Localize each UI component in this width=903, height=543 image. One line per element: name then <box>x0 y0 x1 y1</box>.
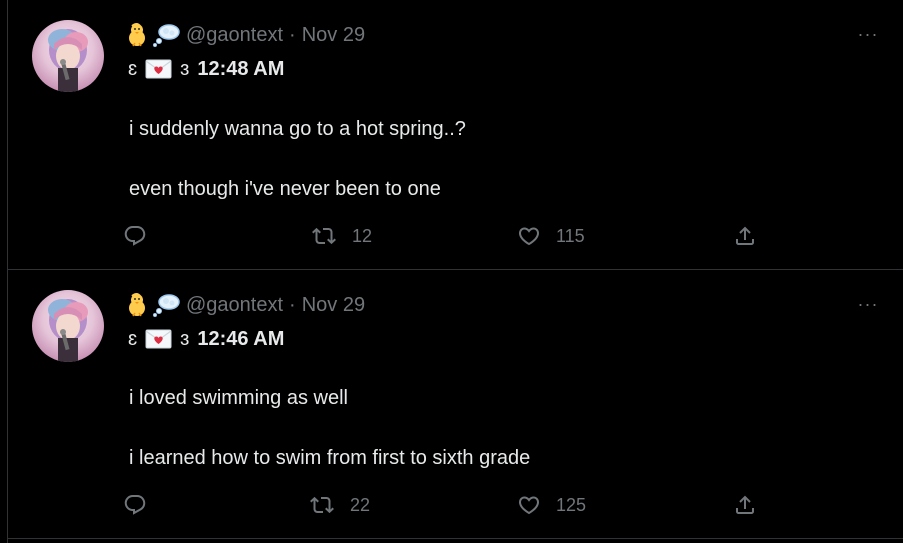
heart-icon <box>518 227 540 246</box>
avatar[interactable] <box>32 20 104 92</box>
tweet-header: @gaontext · Nov 29 <box>124 22 365 48</box>
love-letter-emoji-icon <box>145 59 172 79</box>
display-name-time: 12:48 AM <box>197 57 285 80</box>
tweet-text-line: even though i've never been to one <box>129 178 441 200</box>
share-icon <box>736 495 754 514</box>
user-handle[interactable]: @gaontext <box>186 294 283 317</box>
bracket-right: ɜ <box>180 57 190 80</box>
more-options-button[interactable]: ··· <box>856 24 880 44</box>
bracket-right: ɜ <box>180 327 190 350</box>
retweet-button[interactable]: 22 <box>308 493 370 517</box>
love-letter-emoji-icon <box>145 329 172 349</box>
thought-balloon-emoji-icon <box>152 22 180 48</box>
retweet-button[interactable]: 12 <box>310 224 372 248</box>
avatar[interactable] <box>32 290 104 362</box>
reply-button[interactable] <box>122 493 148 517</box>
share-button[interactable] <box>733 493 757 517</box>
display-name-line: ɛ ɜ 12:46 AM <box>128 325 284 353</box>
retweet-count: 22 <box>350 494 371 515</box>
tweet-text-line: i learned how to swim from first to sixt… <box>129 447 531 469</box>
like-button[interactable]: 115 <box>516 224 585 248</box>
like-count: 125 <box>556 494 587 515</box>
heart-icon <box>518 496 540 515</box>
tweet-text-line: i suddenly wanna go to a hot spring..? <box>129 118 466 140</box>
reply-icon <box>124 495 146 515</box>
retweet-icon <box>312 227 336 245</box>
like-count: 115 <box>556 225 585 246</box>
share-icon <box>736 226 754 245</box>
retweet-icon <box>310 496 334 514</box>
bracket-left: ɛ <box>128 327 138 350</box>
tweet-header: @gaontext · Nov 29 <box>124 292 365 318</box>
share-button[interactable] <box>733 224 757 248</box>
separator-dot: · <box>289 293 296 316</box>
display-name-time: 12:46 AM <box>197 327 285 350</box>
thought-balloon-emoji-icon <box>152 292 180 318</box>
baby-chick-emoji-icon <box>124 292 150 318</box>
reply-icon <box>124 226 146 246</box>
tweet[interactable]: @gaontext · Nov 29 ··· ɛ ɜ 12:48 AM i su… <box>8 0 903 270</box>
like-button[interactable]: 125 <box>516 493 586 517</box>
user-handle[interactable]: @gaontext <box>186 24 283 47</box>
retweet-count: 12 <box>352 225 373 246</box>
tweet-date[interactable]: Nov 29 <box>302 294 365 317</box>
more-options-button[interactable]: ··· <box>856 294 880 314</box>
tweet-date[interactable]: Nov 29 <box>302 24 365 47</box>
tweet-feed: @gaontext · Nov 29 ··· ɛ ɜ 12:48 AM i su… <box>7 0 903 543</box>
tweet[interactable]: @gaontext · Nov 29 ··· ɛ ɜ 12:46 AM i lo… <box>8 270 903 539</box>
tweet-text-line: i loved swimming as well <box>129 387 348 409</box>
display-name-line: ɛ ɜ 12:48 AM <box>128 55 284 83</box>
bracket-left: ɛ <box>128 57 138 80</box>
separator-dot: · <box>289 23 296 46</box>
baby-chick-emoji-icon <box>124 22 150 48</box>
reply-button[interactable] <box>122 224 148 248</box>
